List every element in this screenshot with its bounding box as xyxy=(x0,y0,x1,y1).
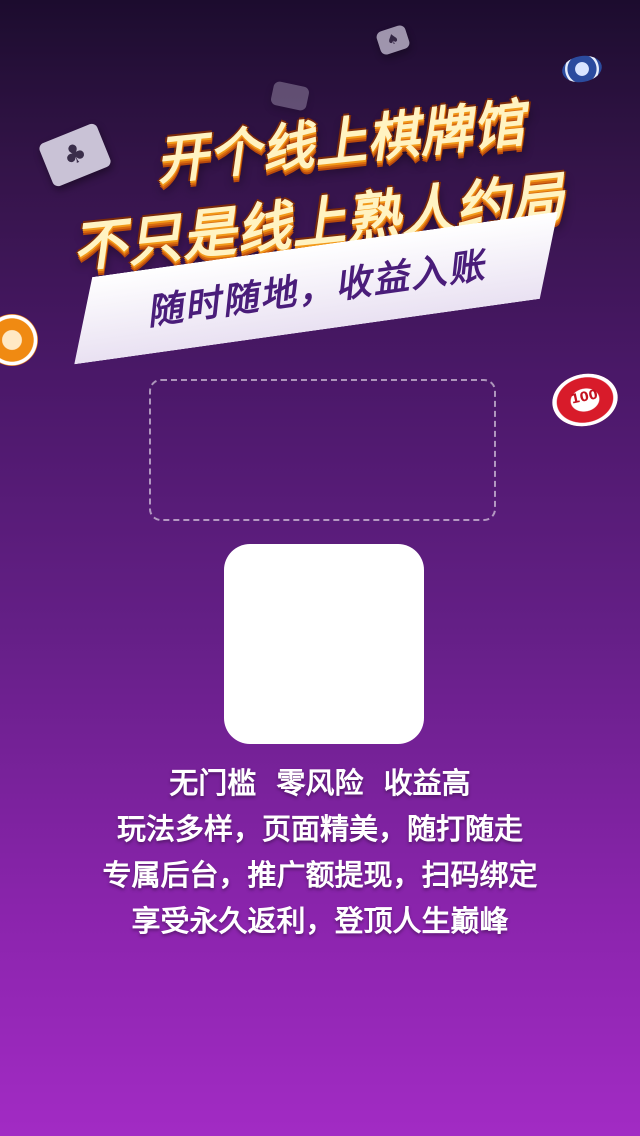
feature-line-3: 专属后台，推广额提现，扫码绑定 xyxy=(102,858,538,892)
poker-chip-orange xyxy=(0,314,38,366)
playing-card-top: ♠ xyxy=(375,23,411,57)
poker-chip-red-100: 100 xyxy=(547,367,623,433)
qr-code-placeholder xyxy=(224,544,424,744)
feature-list: 无门槛 零风险 收益高 玩法多样，页面精美，随打随走 专属后台，推广额提现，扫码… xyxy=(0,760,640,944)
image-placeholder-frame xyxy=(149,379,496,521)
feature-line-1: 无门槛 零风险 收益高 xyxy=(169,766,471,800)
feature-line-2: 玩法多样，页面精美，随打随走 xyxy=(116,812,523,846)
spade-suit-icon: ♠ xyxy=(384,30,402,50)
feature-line-4: 享受永久返利，登顶人生巅峰 xyxy=(131,904,509,938)
chip-value: 100 xyxy=(569,387,600,408)
